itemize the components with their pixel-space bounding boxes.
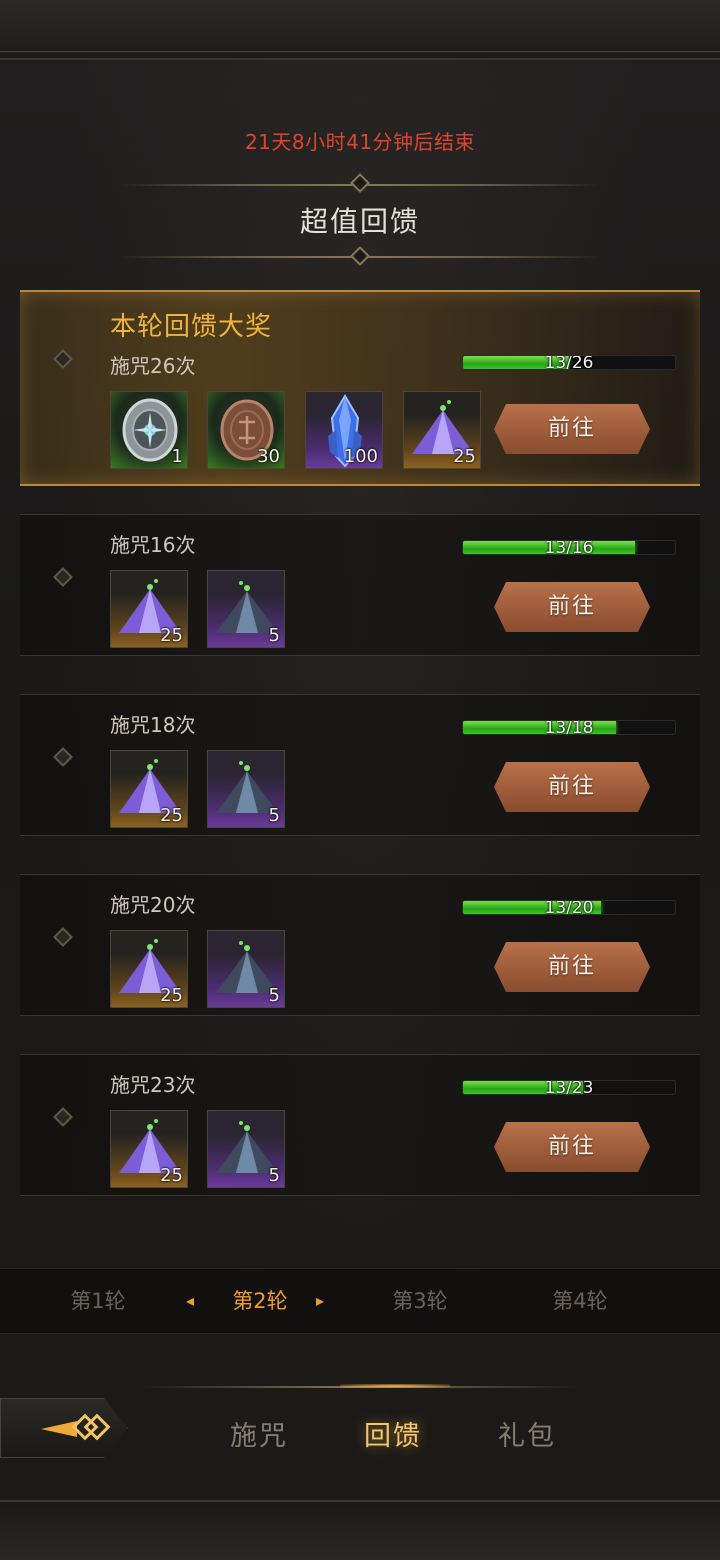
progress-bar: 13/20 (462, 900, 676, 915)
round-tab-1[interactable]: 第1轮 (38, 1285, 158, 1315)
ornament-diamond (350, 173, 370, 193)
go-button[interactable]: 前往 (494, 942, 650, 992)
reward-item-dark-crystal-pile[interactable]: 5 (207, 750, 285, 828)
item-quantity: 5 (268, 1165, 280, 1186)
back-arrow-icon (41, 1413, 111, 1441)
item-quantity: 25 (160, 1165, 183, 1186)
tab-rewards[interactable]: 回馈 (348, 1414, 438, 1453)
go-button[interactable]: 前往 (494, 762, 650, 812)
item-quantity: 25 (453, 446, 476, 467)
reward-item-purple-crystal-pile[interactable]: 25 (110, 750, 188, 828)
progress-text: 13/16 (544, 540, 594, 555)
round-selector: 第1轮 ◂ 第2轮 ▸ 第3轮 第4轮 (0, 1268, 720, 1334)
progress-text: 13/20 (544, 900, 594, 915)
reward-item-purple-crystal-pile[interactable]: 25 (110, 1110, 188, 1188)
reward-task-card: 施咒23次 13/23 25 5 前往 (20, 1054, 700, 1196)
bottom-frame (0, 1500, 720, 1560)
reward-item-blue-crystal[interactable]: 100 (305, 391, 383, 469)
reward-item-dark-crystal-pile[interactable]: 5 (207, 930, 285, 1008)
item-quantity: 5 (268, 805, 280, 826)
card-marker-diamond (53, 567, 73, 587)
progress-bar: 13/23 (462, 1080, 676, 1095)
reward-page: 21天8小时41分钟后结束 超值回馈 本轮回馈大奖 施咒26次 13/26 1 (0, 0, 720, 1560)
card-marker-diamond (53, 927, 73, 947)
card-marker-diamond (53, 349, 73, 369)
progress-text: 13/23 (544, 1080, 594, 1095)
progress-text: 13/18 (544, 720, 594, 735)
item-quantity: 30 (257, 446, 280, 467)
reward-item-purple-crystal-pile[interactable]: 25 (110, 930, 188, 1008)
reward-item-dark-crystal-pile[interactable]: 5 (207, 570, 285, 648)
reward-item-bronze-coin[interactable]: 30 (207, 391, 285, 469)
back-button[interactable] (0, 1398, 128, 1458)
active-tab-glow (340, 1384, 450, 1388)
round-arrow-right-icon: ▸ (316, 1291, 325, 1310)
tab-cast[interactable]: 施咒 (214, 1414, 304, 1453)
reward-item-purple-crystal-pile[interactable]: 25 (403, 391, 481, 469)
requirement-label: 施咒23次 (110, 1073, 196, 1097)
progress-text: 13/26 (544, 355, 594, 370)
item-quantity: 25 (160, 805, 183, 826)
item-quantity: 100 (343, 446, 378, 467)
card-marker-diamond (53, 1107, 73, 1127)
round-tab-3[interactable]: 第3轮 (360, 1285, 480, 1315)
tab-gift-packs[interactable]: 礼包 (482, 1414, 572, 1453)
item-quantity: 5 (268, 985, 280, 1006)
reward-task-card: 施咒16次 13/16 25 5 前往 (20, 514, 700, 656)
reward-item-purple-crystal-pile[interactable]: 25 (110, 570, 188, 648)
event-countdown: 21天8小时41分钟后结束 (244, 130, 476, 154)
card-marker-diamond (53, 747, 73, 767)
round-tab-4[interactable]: 第4轮 (520, 1285, 640, 1315)
round-arrow-left-icon: ◂ (186, 1291, 195, 1310)
item-quantity: 1 (171, 446, 183, 467)
progress-bar: 13/16 (462, 540, 676, 555)
item-quantity: 25 (160, 625, 183, 646)
go-button[interactable]: 前往 (494, 582, 650, 632)
section-title: 超值回馈 (299, 205, 420, 238)
go-button[interactable]: 前往 (494, 1122, 650, 1172)
requirement-label: 施咒20次 (110, 893, 196, 917)
reward-task-card: 施咒20次 13/20 25 5 前往 (20, 874, 700, 1016)
featured-reward-card: 本轮回馈大奖 施咒26次 13/26 1 30 100 25 前往 (20, 290, 700, 486)
top-frame (0, 0, 720, 60)
bottom-nav: 施咒 回馈 礼包 (0, 1384, 720, 1476)
progress-bar: 13/18 (462, 720, 676, 735)
reward-item-silver-medallion[interactable]: 1 (110, 391, 188, 469)
featured-title: 本轮回馈大奖 (110, 312, 273, 342)
reward-item-dark-crystal-pile[interactable]: 5 (207, 1110, 285, 1188)
item-quantity: 25 (160, 985, 183, 1006)
item-quantity: 5 (268, 625, 280, 646)
requirement-label: 施咒16次 (110, 533, 196, 557)
reward-task-card: 施咒18次 13/18 25 5 前往 (20, 694, 700, 836)
round-tab-2[interactable]: 第2轮 (200, 1285, 320, 1315)
progress-bar: 13/26 (462, 355, 676, 370)
ornament-diamond (350, 246, 370, 266)
go-button[interactable]: 前往 (494, 404, 650, 454)
requirement-label: 施咒26次 (110, 354, 196, 378)
requirement-label: 施咒18次 (110, 713, 196, 737)
